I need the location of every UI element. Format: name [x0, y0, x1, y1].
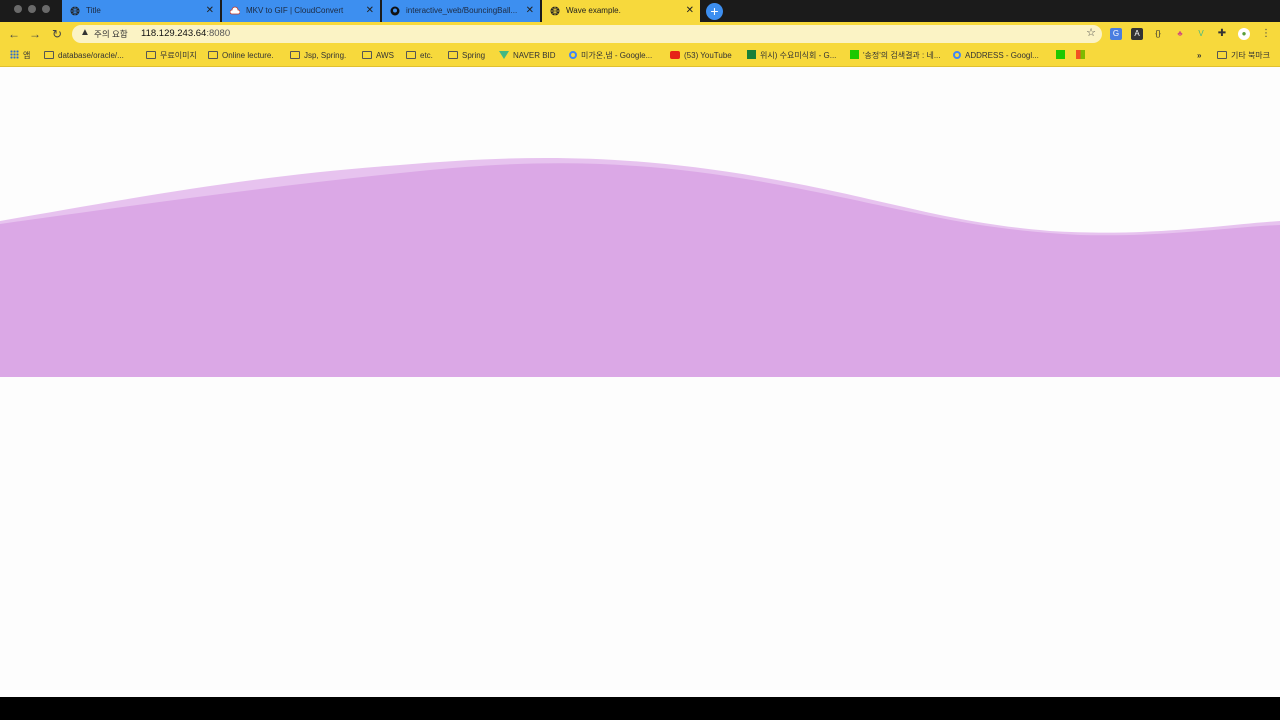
- forward-arrow-icon[interactable]: →: [27, 26, 43, 42]
- profile-avatar-icon[interactable]: ●: [1238, 28, 1250, 40]
- bookmark-item[interactable]: '송정'의 검색결과 : 네...: [850, 50, 941, 62]
- github-icon: [390, 6, 400, 16]
- bookmark-label: NAVER BID: [513, 51, 556, 60]
- bookmark-item[interactable]: AWS: [362, 50, 394, 62]
- bookmark-label: AWS: [376, 51, 394, 60]
- folder-icon: [448, 51, 458, 59]
- tab-wave-example[interactable]: Wave example. ✕: [542, 0, 700, 22]
- tab-cloudconvert[interactable]: MKV to GIF | CloudConvert ✕: [222, 0, 380, 22]
- bookmark-item[interactable]: Spring: [448, 50, 485, 62]
- bookmark-label: (53) YouTube: [684, 51, 732, 60]
- warning-icon[interactable]: ▲: [80, 27, 90, 38]
- url-text[interactable]: 118.129.243.64:8080: [141, 28, 230, 39]
- new-tab-button[interactable]: +: [706, 3, 723, 20]
- naver-icon: [850, 50, 859, 59]
- wave-canvas: [0, 157, 1280, 377]
- bookmark-item[interactable]: 무료이미지: [146, 50, 197, 62]
- folder-icon: [1217, 51, 1227, 59]
- tab-title[interactable]: Title ✕: [62, 0, 220, 22]
- tab-label: interactive_web/BouncingBall...: [406, 6, 518, 15]
- menu-kebab-icon[interactable]: ⋮: [1260, 28, 1272, 40]
- bookmark-item[interactable]: etc.: [406, 50, 433, 62]
- folder-icon: [44, 51, 54, 59]
- other-bookmarks[interactable]: 기타 북마크: [1217, 50, 1270, 62]
- bookmark-label: 무료이미지: [160, 51, 197, 60]
- tab-github[interactable]: interactive_web/BouncingBall... ✕: [382, 0, 540, 22]
- vue-extension-icon[interactable]: V: [1195, 28, 1207, 40]
- bookmark-label: Online lecture.: [222, 51, 274, 60]
- bookmark-item[interactable]: NAVER BID: [499, 50, 556, 62]
- security-warning-label[interactable]: 주의 요함: [94, 28, 128, 40]
- zoom-window-button[interactable]: [42, 5, 50, 13]
- apps-shortcut[interactable]: 앱: [10, 50, 30, 62]
- back-arrow-icon[interactable]: ←: [6, 26, 22, 42]
- minimize-window-button[interactable]: [28, 5, 36, 13]
- more-bookmarks-chevron-icon[interactable]: »: [1197, 50, 1201, 62]
- close-window-button[interactable]: [14, 5, 22, 13]
- bookmark-item[interactable]: database/oracle/...: [44, 50, 124, 62]
- bookmark-star-icon[interactable]: ☆: [1086, 26, 1096, 39]
- sheet-icon: [747, 50, 756, 59]
- google-icon: [569, 51, 577, 59]
- folder-icon: [406, 51, 416, 59]
- other-bookmarks-label: 기타 북마크: [1231, 51, 1271, 60]
- bookmark-label: 위시) 수요미식회 - G...: [760, 51, 837, 60]
- bookmark-shortcut[interactable]: [1076, 50, 1089, 62]
- folder-icon: [146, 51, 156, 59]
- bookmark-label: database/oracle/...: [58, 51, 124, 60]
- bookmark-label: '송정'의 검색결과 : 네...: [863, 51, 941, 60]
- tab-label: Wave example.: [566, 6, 621, 15]
- close-tab-icon[interactable]: ✕: [366, 0, 374, 22]
- bookmark-item[interactable]: Online lecture.: [208, 50, 274, 62]
- globe-icon: [550, 6, 560, 16]
- bookmark-item[interactable]: (53) YouTube: [670, 50, 732, 62]
- bookmark-label: Spring: [462, 51, 486, 60]
- apps-grid-icon: [10, 50, 19, 59]
- youtube-icon: [670, 51, 680, 59]
- font-extension-icon[interactable]: A: [1131, 28, 1143, 40]
- close-tab-icon[interactable]: ✕: [686, 0, 694, 22]
- tab-label: Title: [86, 6, 101, 15]
- tab-label: MKV to GIF | CloudConvert: [246, 6, 344, 15]
- folder-icon: [362, 51, 372, 59]
- person-extension-icon[interactable]: ♣: [1174, 28, 1186, 40]
- green-app-icon: [1056, 50, 1065, 59]
- vue-icon: [499, 51, 509, 59]
- google-icon: [953, 51, 961, 59]
- close-tab-icon[interactable]: ✕: [526, 0, 534, 22]
- page-content: [0, 67, 1280, 697]
- folder-icon: [290, 51, 300, 59]
- tab-strip: Title ✕ MKV to GIF | CloudConvert ✕ inte…: [0, 0, 1280, 22]
- bookmarks-bar: 앱 database/oracle/... 무료이미지 Online lectu…: [0, 46, 1280, 67]
- folder-icon: [208, 51, 218, 59]
- bookmark-item[interactable]: 미가온,냅 - Google...: [569, 50, 652, 62]
- puzzle-extensions-icon[interactable]: ✚: [1216, 28, 1228, 40]
- url-port: :8080: [206, 28, 231, 39]
- translate-extension-icon[interactable]: G: [1110, 28, 1122, 40]
- bookmark-item[interactable]: ADDRESS - Googl...: [953, 50, 1039, 62]
- reload-icon[interactable]: ↻: [49, 26, 65, 42]
- bookmark-label: etc.: [420, 51, 433, 60]
- cloud-icon: [230, 6, 240, 15]
- bookmark-label: Jsp, Spring.: [304, 51, 347, 60]
- close-tab-icon[interactable]: ✕: [206, 0, 214, 22]
- json-extension-icon[interactable]: {}: [1152, 28, 1164, 40]
- bookmark-shortcut[interactable]: [1056, 50, 1069, 62]
- bookmark-label: ADDRESS - Googl...: [965, 51, 1039, 60]
- toolbar: ← → ↻ ▲ 주의 요함 118.129.243.64:8080 ☆ G A …: [0, 22, 1280, 46]
- bookmark-item[interactable]: Jsp, Spring.: [290, 50, 346, 62]
- apps-label: 앱: [23, 51, 31, 60]
- bookmark-item[interactable]: 위시) 수요미식회 - G...: [747, 50, 836, 62]
- bookmark-label: 미가온,냅 - Google...: [581, 51, 653, 60]
- address-bar[interactable]: ▲ 주의 요함 118.129.243.64:8080 ☆: [72, 25, 1102, 43]
- globe-icon: [70, 6, 80, 16]
- microsoft-icon: [1076, 50, 1085, 59]
- browser-window: Title ✕ MKV to GIF | CloudConvert ✕ inte…: [0, 0, 1280, 697]
- url-host: 118.129.243.64: [141, 28, 207, 39]
